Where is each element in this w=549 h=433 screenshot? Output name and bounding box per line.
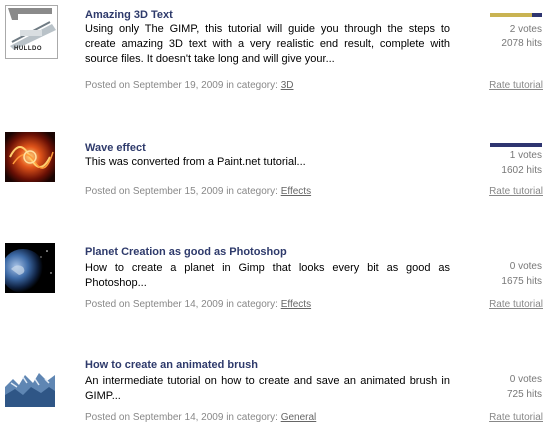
category-link[interactable]: General <box>281 412 317 423</box>
posted-info: Posted on September 19, 2009 in category… <box>85 80 293 91</box>
posted-date-text: Posted on September 14, 2009 in category… <box>85 412 281 423</box>
thumbnail-graphic <box>5 132 55 182</box>
wave-effect-thumbnail-icon[interactable] <box>5 132 55 182</box>
tutorial-title-link[interactable]: Planet Creation as good as Photoshop <box>85 246 287 258</box>
posted-date-text: Posted on September 15, 2009 in category… <box>85 186 281 197</box>
posted-date-text: Posted on September 19, 2009 in category… <box>85 80 281 91</box>
tutorial-title-link[interactable]: How to create an animated brush <box>85 359 258 371</box>
posted-date-text: Posted on September 14, 2009 in category… <box>85 299 281 310</box>
hit-count: 2078 hits <box>501 38 542 49</box>
posted-info: Posted on September 14, 2009 in category… <box>85 299 311 310</box>
category-link[interactable]: 3D <box>281 80 294 91</box>
tutorial-description: Using only The GIMP, this tutorial will … <box>85 23 450 65</box>
category-link[interactable]: Effects <box>281 186 311 197</box>
hit-count: 1675 hits <box>501 276 542 287</box>
hit-count: 1602 hits <box>501 165 542 176</box>
rating-bar <box>490 143 542 147</box>
tutorial-description: An intermediate tutorial on how to creat… <box>85 375 450 402</box>
tutorial-description: This was converted from a Paint.net tuto… <box>85 156 306 168</box>
planet-thumbnail-icon[interactable] <box>5 243 55 293</box>
tutorial-title-link[interactable]: Amazing 3D Text <box>85 9 173 21</box>
rate-tutorial-link[interactable]: Rate tutorial <box>489 80 543 91</box>
tutorial-description: How to create a planet in Gimp that look… <box>85 262 450 289</box>
hit-count: 725 hits <box>506 389 542 400</box>
rate-tutorial-link[interactable]: Rate tutorial <box>489 299 543 310</box>
hulldo-3d-text-thumbnail-icon[interactable]: HULLDO <box>5 5 58 59</box>
tutorial-title-link[interactable]: Wave effect <box>85 142 146 154</box>
category-link[interactable]: Effects <box>281 299 311 310</box>
thumbnail-caption: HULLDO <box>14 46 42 52</box>
thumbnail-graphic <box>5 357 55 407</box>
rating-bar <box>490 13 542 17</box>
vote-count: 0 votes <box>509 261 542 272</box>
vote-count: 2 votes <box>509 24 542 35</box>
rating-fill <box>490 13 532 17</box>
rate-tutorial-link[interactable]: Rate tutorial <box>489 412 543 423</box>
vote-count: 0 votes <box>509 374 542 385</box>
thumbnail-graphic <box>5 243 55 293</box>
rate-tutorial-link[interactable]: Rate tutorial <box>489 186 543 197</box>
vote-count: 1 votes <box>509 150 542 161</box>
posted-info: Posted on September 14, 2009 in category… <box>85 412 316 423</box>
animated-brush-thumbnail-icon[interactable] <box>5 357 55 407</box>
posted-info: Posted on September 15, 2009 in category… <box>85 186 311 197</box>
